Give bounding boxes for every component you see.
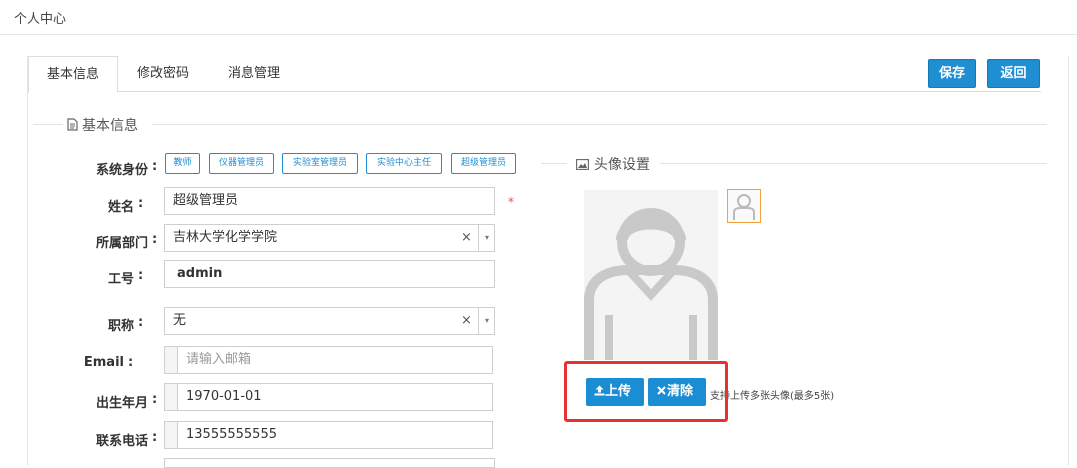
department-value: 吉林大学化学学院 bbox=[173, 230, 278, 245]
department-select[interactable]: 吉林大学化学学院 bbox=[164, 224, 495, 252]
role-label: 系统身份 bbox=[95, 163, 148, 178]
title-label: 职称 bbox=[107, 319, 134, 334]
back-button[interactable]: 返回 bbox=[987, 59, 1040, 88]
role-colon: : bbox=[152, 159, 158, 174]
title-colon: : bbox=[138, 315, 144, 330]
avatar-heading: 头像设置 bbox=[576, 154, 650, 174]
name-label: 姓名 bbox=[107, 200, 134, 215]
phone-addon bbox=[164, 421, 178, 449]
phone-colon: : bbox=[152, 430, 158, 445]
section-rule-left bbox=[33, 124, 63, 125]
tab-change-password[interactable]: 修改密码 bbox=[137, 62, 189, 81]
role-option-teacher[interactable]: 教师 bbox=[165, 153, 200, 174]
basic-info-title: 基本信息 bbox=[82, 118, 138, 134]
avatar-rule-right bbox=[660, 163, 1047, 164]
role-option-lab-admin[interactable]: 实验室管理员 bbox=[282, 153, 358, 174]
page-title: 个人中心 bbox=[14, 12, 67, 27]
phone-input[interactable]: 13555555555 bbox=[177, 421, 493, 449]
email-input[interactable]: 请输入邮箱 bbox=[177, 346, 493, 374]
basic-info-heading: 基本信息 bbox=[67, 115, 138, 135]
tab-message-management[interactable]: 消息管理 bbox=[228, 62, 280, 81]
tab-basic-info[interactable]: 基本信息 bbox=[28, 56, 118, 93]
role-option-center-director[interactable]: 实验中心主任 bbox=[366, 153, 442, 174]
image-icon bbox=[576, 159, 589, 170]
upload-hint: 支持上传多张头像(最多5张) bbox=[710, 391, 835, 402]
role-option-instrument-admin[interactable]: 仪器管理员 bbox=[209, 153, 274, 174]
title-select[interactable]: 无 bbox=[164, 307, 495, 335]
name-input[interactable]: 超级管理员 bbox=[164, 187, 495, 215]
tabs-divider bbox=[27, 91, 1041, 92]
birth-input[interactable]: 1970-01-01 bbox=[177, 383, 493, 411]
email-colon: : bbox=[128, 355, 134, 370]
department-colon: : bbox=[152, 232, 158, 247]
email-addon bbox=[164, 346, 178, 374]
name-colon: : bbox=[138, 196, 144, 211]
birth-colon: : bbox=[152, 392, 158, 407]
chevron-down-icon[interactable]: ▾ bbox=[478, 225, 495, 251]
department-label: 所属部门 bbox=[95, 236, 148, 251]
phone-label: 联系电话 bbox=[95, 434, 148, 449]
avatar-preview bbox=[584, 190, 718, 360]
birth-label: 出生年月 bbox=[95, 396, 148, 411]
avatar-rule-left bbox=[541, 163, 567, 164]
job-number-input[interactable]: admin bbox=[164, 260, 495, 288]
section-rule-right bbox=[152, 124, 1047, 125]
job-number-colon: : bbox=[138, 268, 144, 283]
title-value: 无 bbox=[173, 313, 187, 328]
save-button[interactable]: 保存 bbox=[928, 59, 976, 88]
annotation-highlight bbox=[564, 361, 728, 422]
top-bar: 个人中心 bbox=[0, 0, 1077, 35]
chevron-down-icon[interactable]: ▾ bbox=[478, 308, 495, 334]
required-mark: * bbox=[508, 195, 514, 209]
department-clear-icon[interactable]: × bbox=[461, 230, 472, 245]
avatar-icon bbox=[584, 208, 718, 360]
birth-addon bbox=[164, 383, 178, 411]
avatar-title: 头像设置 bbox=[594, 157, 650, 173]
next-field-input[interactable] bbox=[164, 458, 495, 468]
avatar-icon bbox=[733, 194, 755, 220]
document-icon bbox=[67, 118, 78, 131]
avatar-thumbnail[interactable] bbox=[727, 189, 761, 223]
email-label: Email bbox=[83, 355, 124, 370]
job-number-label: 工号 bbox=[107, 272, 134, 287]
title-clear-icon[interactable]: × bbox=[461, 313, 472, 328]
role-option-super-admin[interactable]: 超级管理员 bbox=[451, 153, 516, 174]
